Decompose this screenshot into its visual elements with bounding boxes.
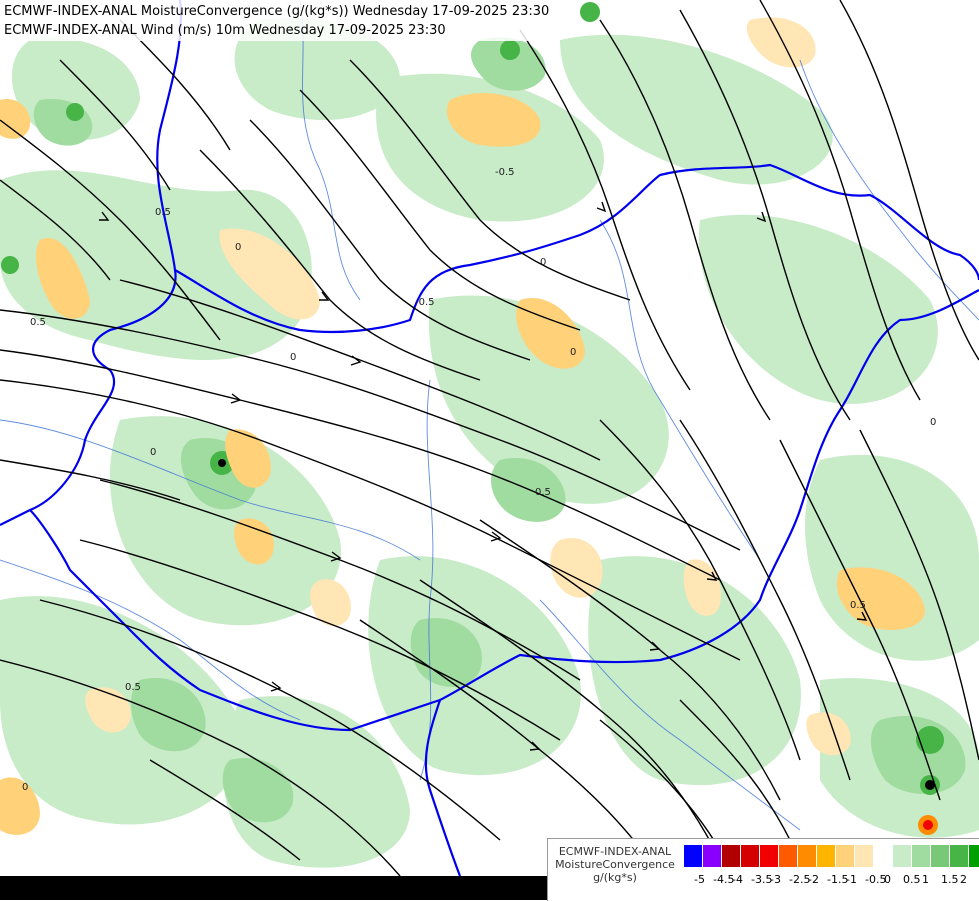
legend-swatch <box>722 845 741 867</box>
contour-label: 0 <box>570 347 576 358</box>
legend-model: ECMWF-INDEX-ANAL <box>558 845 672 858</box>
legend-tick-label: -3 <box>770 873 781 886</box>
legend-swatch <box>760 845 779 867</box>
contour-label: 0.5 <box>125 682 141 693</box>
contour-label: 0 <box>22 782 28 793</box>
legend-swatch <box>855 845 874 867</box>
legend-variable: MoistureConvergence <box>555 858 675 871</box>
legend-color-bar <box>684 845 979 867</box>
legend-tick-label: -2 <box>808 873 819 886</box>
legend-unit: g/(kg*s) <box>593 871 637 884</box>
contour-label: -0.5 <box>495 167 515 178</box>
contour-label: 0 <box>150 447 156 458</box>
legend-swatch <box>798 845 817 867</box>
map-title-convergence: ECMWF-INDEX-ANAL MoistureConvergence (g/… <box>4 4 550 19</box>
contour-label: 0.5 <box>155 207 171 218</box>
legend-tick-label: 0 <box>884 873 891 886</box>
legend-swatch <box>817 845 836 867</box>
legend-tick-label: 1 <box>922 873 929 886</box>
contour-label: -0.5 <box>415 297 435 308</box>
legend-swatch <box>779 845 798 867</box>
map-canvas: 0.5 0.5 0 0 -0.5 0.5 0 0 0.5 0 0.5 0 0 -… <box>0 0 979 900</box>
legend-tick-label: -5 <box>694 873 705 886</box>
contour-label: 0.5 <box>535 487 551 498</box>
contour-label: 0.5 <box>850 600 866 611</box>
legend-tick-label: 0.5 <box>903 873 921 886</box>
legend-swatch <box>912 845 931 867</box>
contour-label: 0.5 <box>30 317 46 328</box>
legend-swatch <box>741 845 760 867</box>
map-title-wind: ECMWF-INDEX-ANAL Wind (m/s) 10m Wednesda… <box>4 23 446 38</box>
legend-swatch <box>950 845 969 867</box>
color-legend: ECMWF-INDEX-ANAL MoistureConvergence g/(… <box>547 838 979 901</box>
legend-tick-label: -1 <box>846 873 857 886</box>
legend-tick-label: 2 <box>960 873 967 886</box>
legend-swatch <box>684 845 703 867</box>
contour-label: 0 <box>540 257 546 268</box>
legend-swatch <box>931 845 950 867</box>
legend-title: ECMWF-INDEX-ANAL MoistureConvergence g/(… <box>548 845 682 884</box>
legend-swatch <box>969 845 979 867</box>
contour-label: 0 <box>235 242 241 253</box>
legend-swatch <box>836 845 855 867</box>
contour-label: 0 <box>290 352 296 363</box>
legend-tick-label: 1.5 <box>941 873 959 886</box>
legend-swatch <box>874 845 893 867</box>
contour-label: 0 <box>930 417 936 428</box>
legend-swatch <box>703 845 722 867</box>
legend-swatch <box>893 845 912 867</box>
legend-tick-label: -4 <box>732 873 743 886</box>
map-title-box: ECMWF-INDEX-ANAL MoistureConvergence (g/… <box>0 0 554 41</box>
